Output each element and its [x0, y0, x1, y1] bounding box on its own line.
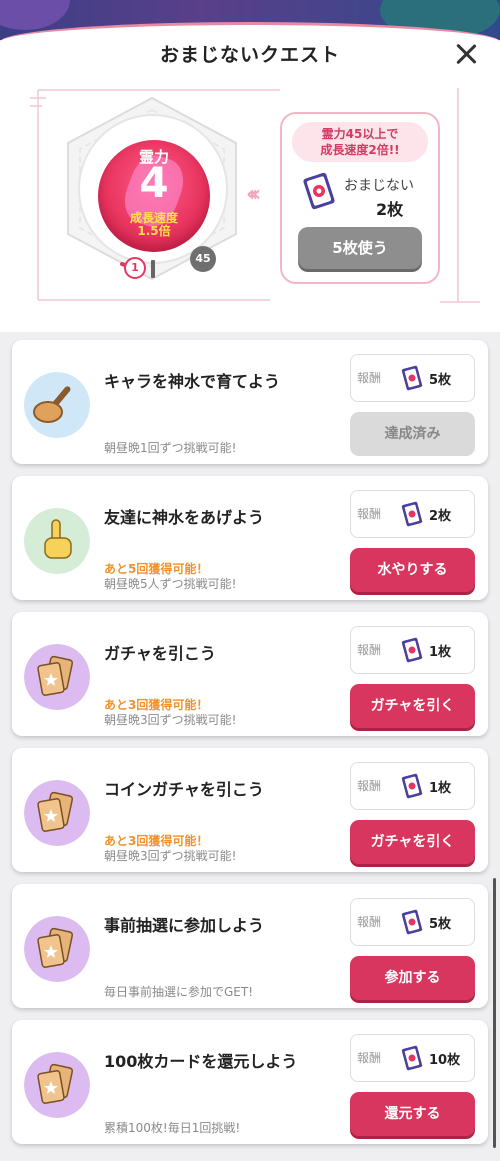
max-level-badge: 45	[190, 246, 216, 272]
quest-card: 友達に神水をあげよう あと5回獲得可能！ 朝昼晩5人ずつ挑戦可能! 報酬 2枚 …	[12, 476, 488, 600]
reward-label: 報酬	[357, 1051, 382, 1065]
reward-label: 報酬	[357, 371, 382, 385]
reward-box: 報酬 10枚	[350, 1034, 475, 1082]
reward-box: 報酬 1枚	[350, 762, 475, 810]
charm-card-icon	[401, 365, 423, 391]
quest-description: 毎日事前抽選に参加でGET!	[104, 985, 254, 999]
quest-title: 友達に神水をあげよう	[104, 508, 265, 527]
cards-icon	[24, 780, 90, 846]
quest-card: 事前抽選に参加しよう 毎日事前抽選に参加でGET! 報酬 5枚 参加する	[12, 884, 488, 1008]
quest-title: 事前抽選に参加しよう	[104, 916, 265, 935]
water-button[interactable]: 水やりする	[350, 548, 475, 592]
quest-title: ガチャを引こう	[104, 644, 216, 663]
charm-card-icon	[401, 909, 423, 935]
charm-card-icon	[401, 773, 423, 799]
charm-card-icon	[303, 172, 335, 210]
join-lottery-button[interactable]: 参加する	[350, 956, 475, 1000]
charm-card-icon	[401, 1045, 423, 1071]
ladle-icon	[24, 372, 90, 438]
chevrons-left-icon: ‹‹‹	[246, 182, 261, 207]
use-charm-button[interactable]: 5枚使う	[298, 227, 422, 269]
charm-name: おまじない	[344, 178, 414, 194]
reward-value: 10枚	[429, 1053, 461, 1068]
reward-value: 1枚	[429, 645, 452, 660]
reward-box: 報酬 2枚	[350, 490, 475, 538]
quest-title: キャラを神水で育てよう	[104, 372, 281, 391]
redeem-button[interactable]: 還元する	[350, 1092, 475, 1136]
reward-value: 5枚	[429, 373, 452, 388]
reward-value: 1枚	[429, 781, 452, 796]
reward-label: 報酬	[357, 915, 382, 929]
charm-count: 2枚	[376, 200, 404, 219]
charm-card-icon	[401, 501, 423, 527]
quest-card: コインガチャを引こう あと3回獲得可能！ 朝昼晩3回ずつ挑戦可能! 報酬 1枚 …	[12, 748, 488, 872]
cards-icon	[24, 916, 90, 982]
page-title: おまじないクエスト	[159, 44, 340, 66]
cards-icon	[24, 1052, 90, 1118]
draw-gacha-button[interactable]: ガチャを引く	[350, 684, 475, 728]
quest-description: 朝昼晩3回ずつ挑戦可能!	[104, 713, 237, 727]
decor-blob	[0, 0, 70, 30]
reward-box: 報酬 1枚	[350, 626, 475, 674]
charm-note-line1: 霊力45以上で	[321, 127, 399, 141]
scrollbar[interactable]	[493, 878, 496, 1148]
quest-card: ガチャを引こう あと3回獲得可能！ 朝昼晩3回ずつ挑戦可能! 報酬 1枚 ガチャ…	[12, 612, 488, 736]
reward-label: 報酬	[357, 507, 382, 521]
reward-label: 報酬	[357, 643, 382, 657]
pointing-hand-icon	[24, 508, 90, 574]
reward-box: 報酬 5枚	[350, 898, 475, 946]
quest-description: 朝昼晩1回ずつ挑戦可能!	[104, 441, 237, 455]
cards-icon	[24, 644, 90, 710]
charm-bonus-note: 霊力45以上で 成長速度2倍!!	[292, 122, 428, 162]
close-icon[interactable]	[452, 40, 480, 68]
reward-label: 報酬	[357, 779, 382, 793]
reward-value: 5枚	[429, 917, 452, 932]
quest-title: コインガチャを引こう	[104, 780, 264, 799]
charm-card-icon	[401, 637, 423, 663]
quest-card: キャラを神水で育てよう 朝昼晩1回ずつ挑戦可能! 報酬 5枚 達成済み	[12, 340, 488, 464]
charm-panel: 霊力45以上で 成長速度2倍!! おまじない 2枚 5枚使う	[280, 112, 440, 284]
quest-title: 100枚カードを還元しよう	[104, 1052, 298, 1071]
quest-description: 累積100枚!毎日1回挑戦!	[104, 1121, 241, 1135]
charm-note-line2: 成長速度2倍!!	[320, 143, 400, 157]
quest-description: 朝昼晩3回ずつ挑戦可能!	[104, 849, 237, 863]
current-level-badge: 1	[124, 257, 146, 279]
quest-complete-button[interactable]: 達成済み	[350, 412, 475, 456]
reward-box: 報酬 5枚	[350, 354, 475, 402]
quest-description: 朝昼晩5人ずつ挑戦可能!	[104, 577, 237, 591]
level-marker	[151, 260, 155, 278]
quest-card: 100枚カードを還元しよう 累積100枚!毎日1回挑戦! 報酬 10枚 還元する	[12, 1020, 488, 1144]
level-progress-arc	[120, 262, 140, 270]
reward-value: 2枚	[429, 509, 452, 524]
draw-coin-gacha-button[interactable]: ガチャを引く	[350, 820, 475, 864]
